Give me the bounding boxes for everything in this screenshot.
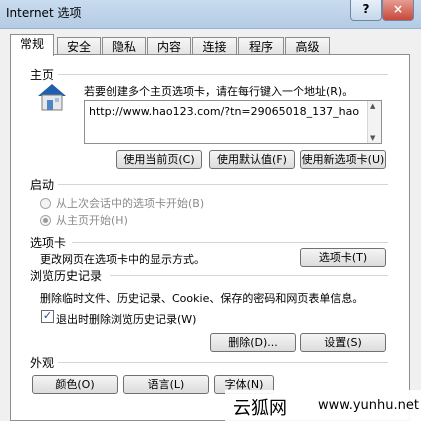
home-url-text: http://www.hao123.com/?tn=29065018_137_h… [89,105,360,118]
history-description: 删除临时文件、历史记录、Cookie、保存的密码和网页表单信息。 [40,292,364,305]
use-new-tab-button[interactable]: 使用新选项卡(U) [300,150,386,169]
tab-connections[interactable]: 连接 [192,37,237,55]
startup-home-label: 从主页开始(H) [56,214,128,227]
startup-section-title: 启动 [30,178,55,192]
tab-security[interactable]: 安全 [57,37,101,55]
startup-radio-last-session[interactable] [40,198,51,209]
scroll-up-icon[interactable]: ▲ [370,102,375,110]
watermark-name: 云狐网 [233,398,287,419]
tab-programs[interactable]: 程序 [238,37,284,55]
close-button[interactable]: × [382,0,414,21]
tab-advanced[interactable]: 高级 [285,37,330,55]
history-divider [110,275,388,276]
home-instruction: 若要创建多个主页选项卡，请在每行键入一个地址(R)。 [84,85,354,98]
tabs-description: 更改网页在选项卡中的显示方式。 [40,253,205,266]
watermark: 云狐网 www.yunhu.net [225,390,421,421]
home-url-textarea[interactable]: http://www.hao123.com/?tn=29065018_137_h… [84,100,382,144]
delete-on-exit-checkbox[interactable]: ✓ [41,310,54,323]
tabs-divider [72,242,388,243]
use-current-button[interactable]: 使用当前页(C) [116,150,202,169]
startup-divider [58,184,388,185]
home-section-title: 主页 [30,68,55,82]
scroll-down-icon[interactable]: ▼ [370,134,375,142]
tab-content[interactable]: 内容 [147,37,191,55]
watermark-url: www.yunhu.net [318,398,419,413]
delete-on-exit-label: 退出时删除浏览历史记录(W) [56,313,197,326]
house-icon [38,84,66,111]
url-scrollbar[interactable]: ▲ ▼ [367,101,381,143]
use-default-button[interactable]: 使用默认值(F) [209,150,295,169]
help-button[interactable]: ? [350,0,382,21]
tabs-settings-button[interactable]: 选项卡(T) [300,248,386,267]
home-section-divider [58,74,388,75]
delete-history-button[interactable]: 删除(D)... [210,333,296,352]
history-section-title: 浏览历史记录 [30,269,103,283]
appearance-section-title: 外观 [30,356,55,370]
history-settings-button[interactable]: 设置(S) [300,333,386,352]
tabs-section-title: 选项卡 [30,236,67,250]
startup-last-session-label: 从上次会话中的选项卡开始(B) [56,197,205,210]
window-title: Internet 选项 [6,6,82,20]
colors-button[interactable]: 颜色(O) [32,375,118,394]
title-bar: Internet 选项 ? × [0,0,421,29]
startup-radio-home[interactable] [40,215,51,226]
languages-button[interactable]: 语言(L) [123,375,209,394]
tab-general[interactable]: 常规 [10,34,54,56]
tab-privacy[interactable]: 隐私 [102,37,146,55]
appearance-divider [58,362,388,363]
